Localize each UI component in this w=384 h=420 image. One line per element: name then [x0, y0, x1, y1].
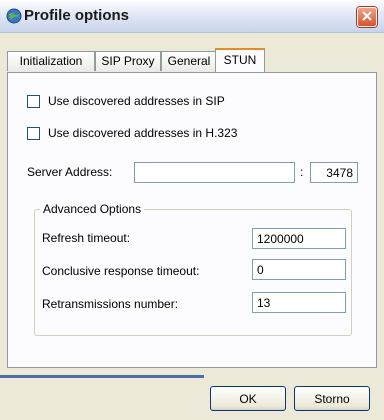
- profile-options-dialog: Profile options Initialization SIP Proxy…: [0, 0, 384, 420]
- tab-stun[interactable]: STUN: [215, 48, 265, 72]
- conclusive-timeout-input[interactable]: [252, 259, 346, 280]
- cancel-button[interactable]: Storno: [294, 386, 370, 411]
- advanced-options-title: Advanced Options: [40, 202, 145, 216]
- use-sip-checkbox-row[interactable]: Use discovered addresses in SIP: [27, 93, 225, 109]
- close-button[interactable]: [357, 7, 377, 27]
- ok-button[interactable]: OK: [210, 386, 286, 411]
- use-sip-label: Use discovered addresses in SIP: [48, 94, 225, 108]
- tab-sip-proxy[interactable]: SIP Proxy: [95, 51, 161, 71]
- refresh-timeout-label: Refresh timeout:: [42, 231, 131, 245]
- tab-strip: Initialization SIP Proxy General STUN: [7, 48, 377, 73]
- tab-initialization[interactable]: Initialization: [7, 51, 95, 71]
- retransmissions-label: Retransmissions number:: [42, 297, 179, 311]
- use-h323-checkbox-row[interactable]: Use discovered addresses in H.323: [27, 125, 237, 141]
- close-icon: [362, 10, 372, 24]
- port-input[interactable]: [310, 162, 358, 183]
- window-title: Profile options: [24, 7, 129, 24]
- refresh-timeout-input[interactable]: [252, 228, 346, 249]
- conclusive-timeout-label: Conclusive response timeout:: [42, 264, 200, 278]
- port-separator: :: [300, 165, 304, 179]
- retransmissions-input[interactable]: [252, 292, 346, 313]
- use-h323-label: Use discovered addresses in H.323: [48, 126, 238, 140]
- server-address-label: Server Address:: [27, 165, 113, 179]
- app-globe-icon: [6, 8, 22, 24]
- decorative-line: [0, 375, 204, 378]
- tab-general[interactable]: General: [161, 51, 217, 71]
- server-address-input[interactable]: [134, 162, 295, 183]
- title-bar[interactable]: Profile options: [0, 0, 384, 33]
- use-sip-checkbox[interactable]: [27, 94, 40, 108]
- use-h323-checkbox[interactable]: [27, 126, 40, 140]
